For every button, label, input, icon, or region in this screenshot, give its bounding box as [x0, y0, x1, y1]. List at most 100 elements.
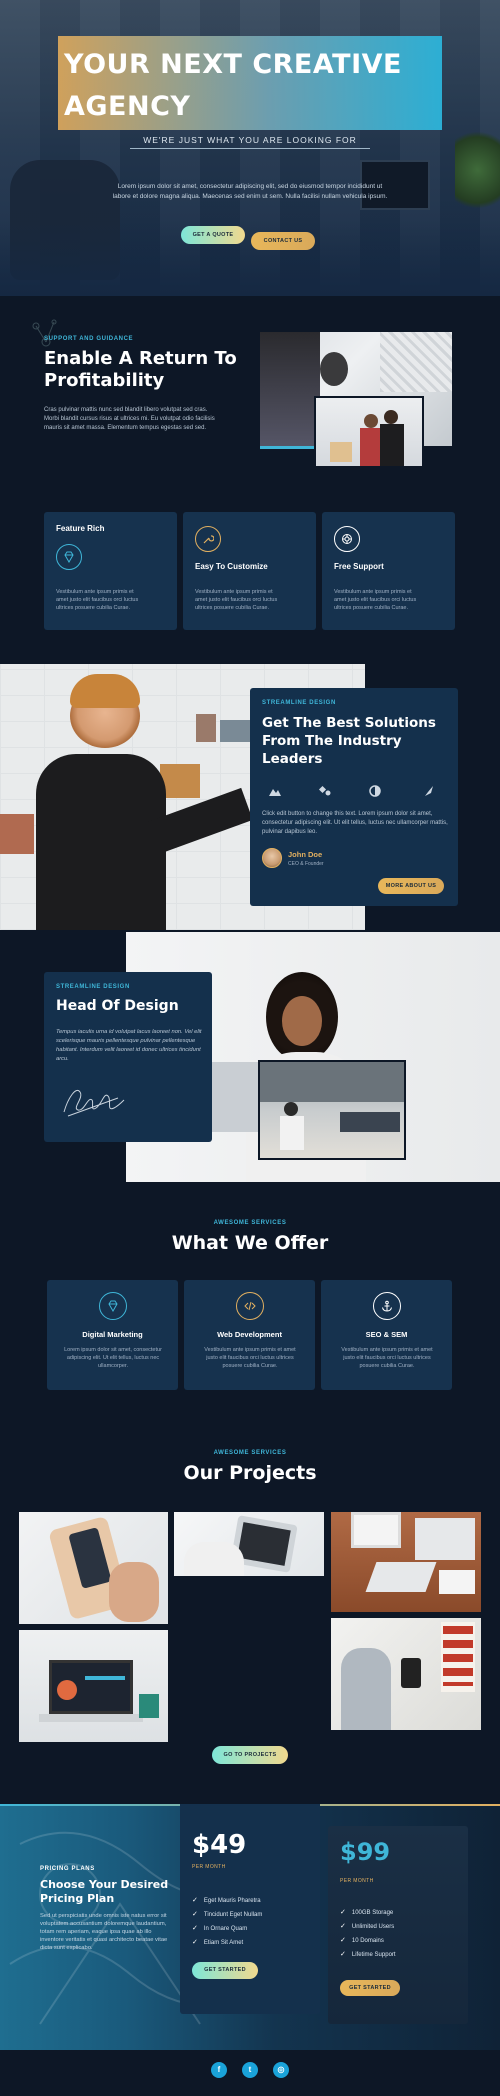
pricing-title: Choose Your Desired Pricing Plan [40, 1878, 190, 1906]
pricing-section: PRICING PLANS Choose Your Desired Pricin… [0, 1804, 500, 2050]
feature-text: Vestibulum ante ipsum primis et amet jus… [195, 589, 278, 611]
solutions-card: STREAMLINE DESIGN Get The Best Solutions… [250, 688, 458, 906]
plan-feature: ✓ Eget Mauris Pharetra [192, 1897, 261, 1904]
contact-us-button[interactable]: CONTACT US [251, 232, 315, 250]
solutions-title-line2: From The Industry [262, 733, 402, 749]
head-design-eyebrow: STREAMLINE DESIGN [56, 984, 130, 990]
offer-item-text: Vestibulum ante ipsum primis et amet jus… [204, 1347, 296, 1369]
feature-card-feature-rich: Feature Rich Vestibulum ante ipsum primi… [44, 512, 177, 630]
profit-image-inset [314, 396, 424, 468]
feature-text: Vestibulum ante ipsum primis et amet jus… [334, 589, 417, 611]
pricing-title-line1: Choose Your Desired [40, 1878, 169, 1891]
check-icon: ✓ [340, 1923, 346, 1930]
hero-title-line2: AGENCY [64, 91, 191, 122]
plan-price: $49 [192, 1830, 247, 1860]
plan-features-list: ✓ Eget Mauris Pharetra ✓ Tincidunt Eget Nu… [192, 1894, 312, 1950]
head-design-title: Head Of Design [56, 998, 179, 1014]
check-icon: ✓ [340, 1951, 346, 1958]
hero-body: Lorem ipsum dolor sit amet, consectetur … [112, 183, 388, 200]
profit-eyebrow: SUPPORT AND GUIDANCE [44, 336, 134, 342]
profitability-section: SUPPORT AND GUIDANCE Enable A Return To … [0, 296, 500, 496]
offer-card-digital-marketing: Digital Marketing Lorem ipsum dolor sit … [47, 1280, 178, 1390]
plan-feature: ✓ Unlimited Users [340, 1923, 395, 1930]
solutions-body: Click edit button to change this text. L… [262, 811, 448, 835]
pricing-body: Sed ut perspiciatis unde omnis iste natu… [40, 1913, 168, 1951]
feature-card-easy-to-customize: Easy To Customize Vestibulum ante ipsum … [183, 512, 316, 630]
profit-title-line1: Enable A Return To [44, 348, 237, 369]
feature-title: Free Support [334, 562, 384, 571]
feature-text: Vestibulum ante ipsum primis et amet jus… [56, 589, 139, 611]
offer-item-title: Web Development [217, 1330, 282, 1339]
check-icon: ✓ [340, 1909, 346, 1916]
instagram-icon[interactable]: ◎ [273, 2062, 289, 2078]
projects-eyebrow: AWESOME SERVICES [213, 1450, 287, 1456]
offer-section: AWESOME SERVICES What We Offer Digital M… [0, 1190, 500, 1400]
project-image-phone[interactable] [19, 1512, 168, 1624]
hero-section: YOUR NEXT CREATIVE AGENCY WE'RE JUST WHA… [0, 0, 500, 296]
go-to-projects-button[interactable]: GO TO PROJECTS [212, 1746, 288, 1764]
plan-features-list: ✓ 100GB Storage ✓ Unlimited Users ✓ 10 Doma… [340, 1906, 460, 1962]
pricing-plan-99: $99 PER MONTH ✓ 100GB Storage ✓ Unlimited … [328, 1826, 468, 2024]
feature-title: Feature Rich [56, 524, 105, 533]
project-image-laptop-desk[interactable] [331, 1512, 481, 1612]
mountain-icon [268, 784, 282, 802]
facebook-icon[interactable]: f [211, 2062, 227, 2078]
solutions-section: STREAMLINE DESIGN Get The Best Solutions… [0, 664, 500, 930]
contrast-icon [368, 784, 382, 802]
profit-title: Enable A Return To Profitability [44, 348, 264, 392]
pricing-eyebrow: PRICING PLANS [40, 1866, 95, 1872]
pricing-title-line2: Pricing Plan [40, 1892, 115, 1905]
diamond-icon [99, 1292, 127, 1320]
head-design-body: Tempus iaculis urna id volutpat lacus la… [56, 1029, 202, 1062]
signature-icon [58, 1078, 128, 1127]
solutions-title-line3: Leaders [262, 751, 323, 767]
hero-subtitle: WE'RE JUST WHAT YOU ARE LOOKING FOR [130, 135, 370, 149]
rocket-icon [422, 784, 436, 802]
plan-feature: ✓ Tincidunt Eget Nullam [192, 1911, 263, 1918]
projects-section: AWESOME SERVICES Our Projects GO TO PROJ… [0, 1400, 500, 1804]
profit-body: Cras pulvinar mattis nunc sed blandit li… [44, 407, 215, 431]
solutions-title-line1: Get The Best Solutions [262, 715, 436, 731]
project-image-tablet[interactable] [174, 1512, 324, 1576]
more-about-us-button[interactable]: MORE ABOUT US [378, 878, 444, 894]
offer-eyebrow: AWESOME SERVICES [213, 1220, 287, 1226]
wrench-icon [195, 526, 221, 552]
plan-period: PER MONTH [340, 1878, 374, 1884]
get-quote-button[interactable]: GET A QUOTE [181, 226, 245, 244]
head-of-design-section: STREAMLINE DESIGN Head Of Design Tempus … [0, 930, 500, 1190]
check-icon: ✓ [192, 1911, 198, 1918]
solutions-title: Get The Best Solutions From The Industry… [262, 714, 452, 768]
person-role: CEO & Founder [288, 861, 324, 867]
offer-item-text: Lorem ipsum dolor sit amet, consectetur … [64, 1347, 162, 1369]
code-icon [236, 1292, 264, 1320]
plan-feature: ✓ Lifetime Support [340, 1951, 396, 1958]
footer: f t ◎ [0, 2050, 500, 2096]
plan-period: PER MONTH [192, 1864, 226, 1870]
offer-card-seo-sem: SEO & SEM Vestibulum ante ipsum primis e… [321, 1280, 452, 1390]
check-icon: ✓ [192, 1939, 198, 1946]
get-started-button[interactable]: GET STARTED [192, 1962, 258, 1979]
hero-title: YOUR NEXT CREATIVE AGENCY [64, 44, 444, 128]
shapes-icon [318, 784, 332, 802]
project-image-analytics[interactable] [19, 1630, 168, 1742]
twitter-icon[interactable]: t [242, 2062, 258, 2078]
offer-item-title: SEO & SEM [365, 1330, 408, 1339]
lifebuoy-icon [334, 526, 360, 552]
profit-image-accent-bar [260, 446, 314, 449]
head-of-design-card: STREAMLINE DESIGN Head Of Design Tempus … [44, 972, 212, 1142]
project-image-dont-look-back[interactable] [331, 1618, 481, 1730]
offer-title: What We Offer [171, 1232, 329, 1254]
anchor-icon [373, 1292, 401, 1320]
plan-feature: ✓ 10 Domains [340, 1937, 384, 1944]
feature-card-free-support: Free Support Vestibulum ante ipsum primi… [322, 512, 455, 630]
get-started-button[interactable]: GET STARTED [340, 1980, 400, 1996]
offer-card-web-development: Web Development Vestibulum ante ipsum pr… [184, 1280, 315, 1390]
plan-price: $99 [340, 1838, 391, 1866]
plan-feature: ✓ In Ornare Quam [192, 1925, 248, 1932]
offer-item-text: Vestibulum ante ipsum primis et amet jus… [341, 1347, 433, 1369]
features-section: Feature Rich Vestibulum ante ipsum primi… [0, 496, 500, 666]
offer-item-title: Digital Marketing [82, 1330, 143, 1339]
hero-title-line1: YOUR NEXT CREATIVE [64, 49, 402, 80]
projects-title: Our Projects [183, 1462, 317, 1484]
plan-feature: ✓ 100GB Storage [340, 1909, 394, 1916]
